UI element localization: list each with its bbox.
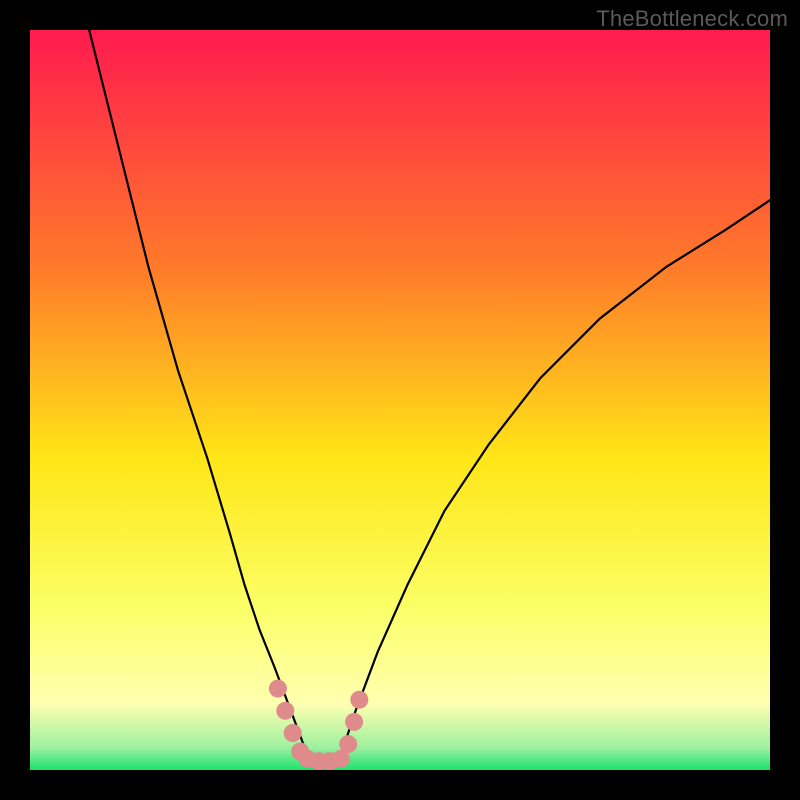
marker-dot [345, 713, 363, 731]
marker-dot [276, 702, 294, 720]
marker-dot [284, 724, 302, 742]
gradient-background [30, 30, 770, 770]
watermark-text: TheBottleneck.com [596, 6, 788, 32]
plot-area [30, 30, 770, 770]
chart-container: TheBottleneck.com [0, 0, 800, 800]
marker-dot [339, 735, 357, 753]
marker-dot [269, 680, 287, 698]
marker-dot [350, 691, 368, 709]
plot-svg [30, 30, 770, 770]
